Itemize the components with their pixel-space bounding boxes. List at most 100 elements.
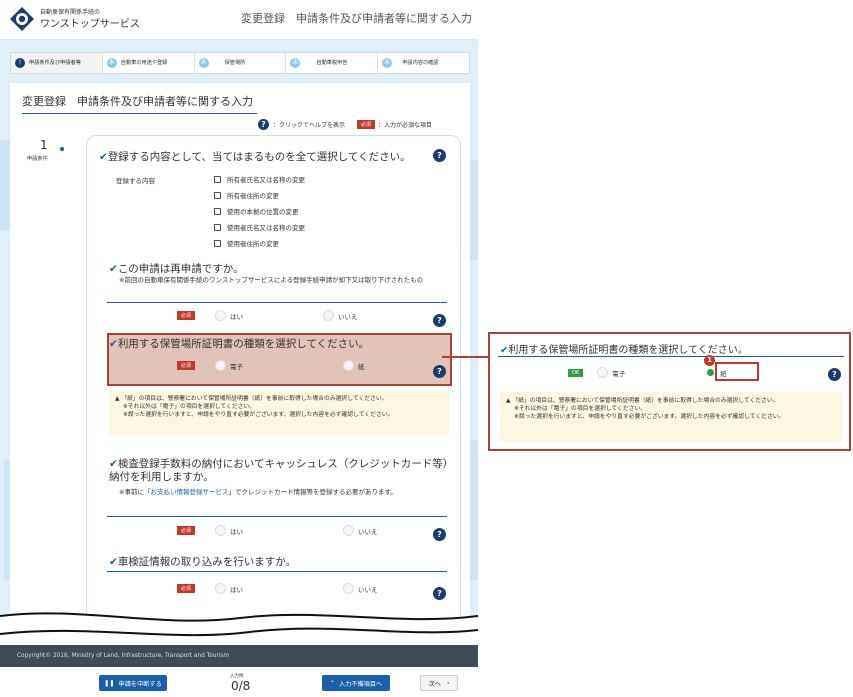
page: 自動車保有関係手続の ワンストップサービス 変更登録 申請条件及び申請者等に関す… — [0, 0, 853, 697]
payment-service-link[interactable]: お支払い情報登録サービス — [150, 488, 228, 496]
divider — [498, 356, 844, 357]
next-button[interactable]: 次へ › — [420, 675, 458, 691]
step-label: 自動車の用途や登録 — [120, 60, 168, 66]
warning-line: ※誤った選択を行いますと、申請をやり直す必要がございます。選択した内容を必ず確認… — [506, 413, 836, 421]
warning-box: ▲ 「紙」の項目は、警察署において保管場所証明書（紙）を事前に取得した場合のみ選… — [500, 392, 842, 442]
question-title: ✔車検証情報の取り込みを行いますか。 — [109, 554, 296, 569]
bottom-action-bar: ❚❚ 申請を中断する 入力残 0/8 ⌃ 入力不備項目へ 次へ › — [0, 667, 478, 697]
checkbox-label: 所有者住所の変更 — [227, 192, 279, 200]
radio-electronic[interactable] — [597, 367, 609, 378]
step-label: 自動車税申告 — [316, 60, 348, 66]
step-label: 保管場所 — [224, 60, 246, 66]
step-item-4[interactable]: 未 自動車税申告 — [286, 53, 379, 73]
checkbox-label: 使用者住所の変更 — [227, 240, 279, 248]
footer: Copyright© 2016, Ministry of Land, Infra… — [0, 645, 478, 667]
radio-group: 必須 はい いいえ — [177, 310, 358, 321]
radio-yes[interactable] — [215, 525, 227, 536]
check-icon: ✔ — [109, 556, 118, 568]
step-label: 申請条件 — [27, 156, 48, 162]
unfilled-items-button[interactable]: ⌃ 入力不備項目へ — [322, 675, 390, 691]
divider — [107, 516, 447, 517]
help-icon[interactable]: ? — [828, 368, 841, 381]
note-text: ※事前に「 — [119, 488, 151, 496]
selection-highlight — [715, 362, 759, 381]
warning-text: ※それ以外は「電子」の項目を選択してください。 — [123, 404, 256, 410]
divider — [107, 302, 447, 303]
checkbox-option[interactable]: 使用者氏名又は名称の変更 — [214, 222, 305, 232]
checkbox-label: 使用者氏名又は名称の変更 — [227, 224, 305, 232]
warning-text: 「紙」の項目は、警察署において保管場所証明書（紙）を事前に取得した場合のみ選択し… — [121, 396, 388, 402]
section-title-underline — [22, 113, 257, 114]
radio-paper-selected[interactable] — [707, 369, 715, 376]
question-note: ※事前に「お支払い情報登録サービス」でクレジットカード情報等を登録する必要があり… — [109, 487, 449, 498]
radio-label: はい — [230, 312, 244, 321]
checkbox[interactable] — [214, 207, 221, 215]
step-item-5[interactable]: 未 申請内容の確認 — [378, 53, 469, 73]
legend-help-text: ：クリックでヘルプを表示 — [273, 122, 346, 129]
checkbox-option[interactable]: 使用の本拠の位置の変更 — [214, 206, 299, 216]
main-panel: 変更登録 申請条件及び申請者等に関する入力 ? ：クリックでヘルプを表示 必須 … — [10, 83, 470, 643]
checkbox-option[interactable]: 使用者住所の変更 — [214, 238, 279, 248]
annotation-badge: 1 — [704, 355, 715, 366]
question-title: ✔利用する保管場所証明書の種類を選択してください。 — [500, 341, 748, 356]
radio-paper[interactable] — [343, 360, 355, 371]
step-item-2[interactable]: 未 自動車の用途や登録 — [103, 53, 195, 73]
radio-label: 紙 — [358, 362, 365, 371]
required-badge: 必須 — [177, 311, 196, 320]
radio-no[interactable] — [343, 583, 355, 594]
remaining-counter: 0/8 — [231, 679, 251, 693]
suspend-button[interactable]: ❚❚ 申請を中断する — [99, 675, 167, 691]
checkbox-label: 使用の本拠の位置の変更 — [227, 208, 299, 216]
torn-edge-decoration — [0, 612, 478, 648]
warning-line: ※誤った選択を行いますと、申請をやり直す必要がございます。選択した内容を必ず確認… — [115, 411, 443, 419]
checkbox[interactable] — [214, 175, 221, 183]
building-decoration — [0, 140, 10, 230]
step-label: 申請条件及び申請者等 — [29, 60, 81, 66]
question-title: ✔登録する内容として、当てはまるものを全て選択してください。 — [99, 149, 411, 164]
help-icon[interactable]: ? — [433, 149, 446, 162]
radio-group: 必須 はい いいえ — [177, 583, 378, 594]
ok-badge: OK — [568, 368, 584, 377]
radio-no[interactable] — [343, 525, 355, 536]
step-status-icon: 未 — [198, 58, 209, 68]
step-status-icon: 未 — [382, 58, 393, 68]
logo-title: ワンストップサービス — [40, 19, 140, 30]
help-icon[interactable]: ? — [433, 314, 446, 327]
checkbox-option[interactable]: 所有者氏名又は名称の変更 — [214, 174, 305, 184]
required-badge: 必須 — [177, 584, 196, 593]
radio-yes[interactable] — [215, 583, 227, 594]
question-title: ✔利用する保管場所証明書の種類を選択してください。 — [109, 336, 369, 351]
warning-text: ※誤った選択を行いますと、申請をやり直す必要がございます。選択した内容を必ず確認… — [514, 414, 785, 420]
checkbox[interactable] — [214, 223, 221, 231]
checkbox[interactable] — [214, 191, 221, 199]
step-item-3[interactable]: 未 保管場所 — [195, 53, 287, 73]
pause-icon: ❚❚ — [104, 679, 115, 687]
question-text: 検査登録手数料の納付においてキャッシュレス（クレジットカード等）納付を利用します… — [109, 458, 449, 483]
check-icon: ✔ — [109, 263, 118, 275]
question-title: ✔この申請は再申請ですか。 — [109, 261, 244, 276]
section-title: 変更登録 申請条件及び申請者等に関する入力 — [22, 95, 253, 108]
help-icon: ? — [258, 119, 269, 130]
help-icon[interactable]: ? — [433, 365, 446, 378]
step-status-icon: 未 — [290, 58, 301, 68]
radio-label: 電子 — [612, 369, 626, 378]
warning-icon: ▲ — [115, 396, 120, 402]
chevron-right-icon: › — [446, 679, 450, 687]
step-item-1[interactable]: ! 申請条件及び申請者等 — [11, 53, 103, 73]
help-icon[interactable]: ? — [433, 528, 446, 541]
radio-group: 必須 電子 紙 — [177, 360, 365, 371]
checkbox-label: 所有者氏名又は名称の変更 — [227, 176, 305, 184]
question-title: ✔検査登録手数料の納付においてキャッシュレス（クレジットカード等）納付を利用しま… — [109, 458, 449, 484]
question-text: この申請は再申請ですか。 — [117, 263, 244, 275]
warning-line: ▲ 「紙」の項目は、警察署において保管場所証明書（紙）を事前に取得した場合のみ選… — [115, 395, 443, 403]
warning-text: 「紙」の項目は、警察署において保管場所証明書（紙）を事前に取得した場合のみ選択し… — [512, 398, 779, 404]
radio-no[interactable] — [323, 310, 335, 321]
chevron-up-icon: ⌃ — [329, 679, 335, 687]
check-icon: ✔ — [109, 338, 118, 350]
radio-electronic[interactable] — [215, 360, 227, 371]
checkbox-option[interactable]: 所有者住所の変更 — [214, 190, 279, 200]
checkbox[interactable] — [214, 239, 221, 247]
question-text: 利用する保管場所証明書の種類を選択してください。 — [508, 345, 748, 356]
radio-yes[interactable] — [215, 310, 227, 321]
copyright-text: Copyright© 2016, Ministry of Land, Infra… — [17, 653, 230, 659]
